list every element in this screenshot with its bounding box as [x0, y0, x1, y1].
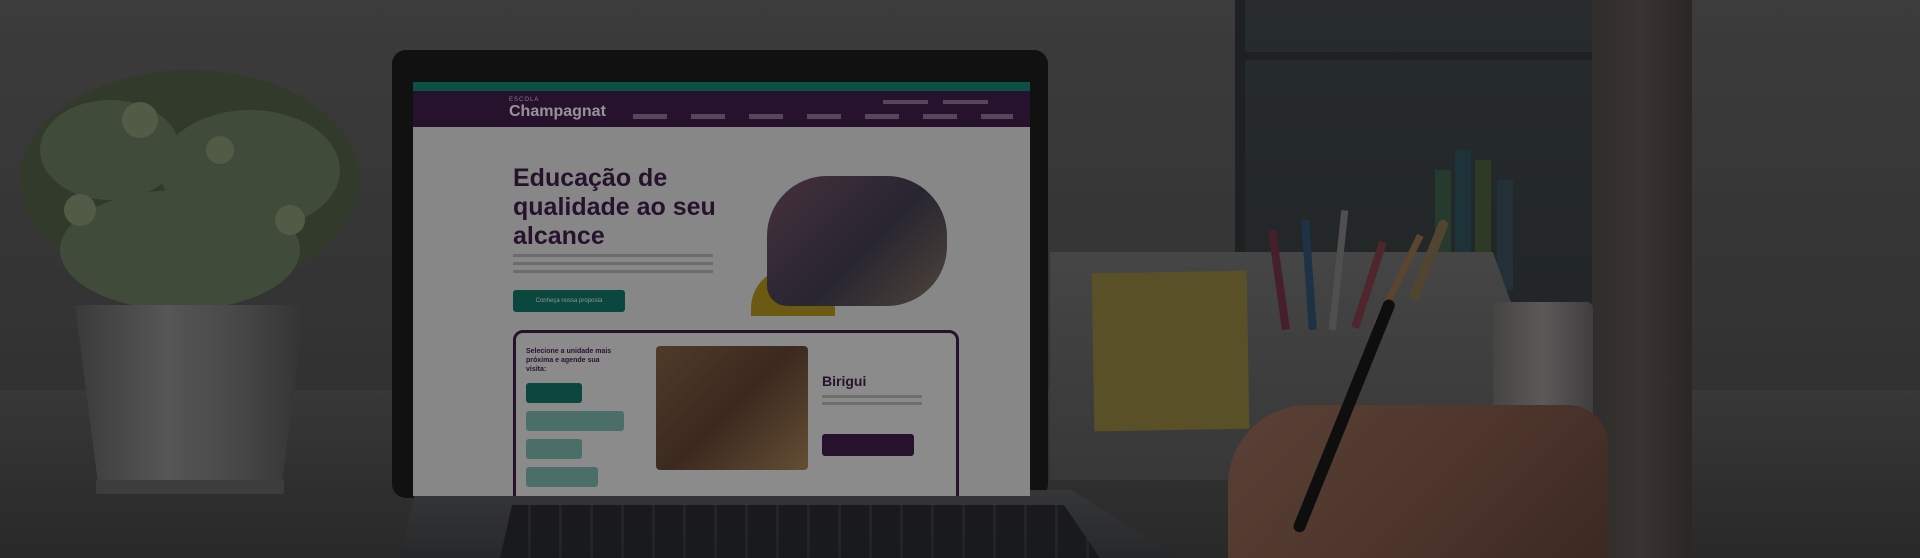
- schedule-visit-button: [822, 434, 914, 456]
- hero-text: [513, 254, 713, 278]
- site-logo: Champagnat: [509, 103, 606, 120]
- pot-base: [96, 480, 284, 494]
- potted-plant-icon: [20, 70, 360, 310]
- plant-pot: [75, 305, 305, 483]
- unit-pill: [526, 383, 582, 403]
- site-top-bar: [413, 82, 1030, 91]
- keyboard: [500, 505, 1100, 558]
- hero-button: Conheça nossa proposta: [513, 290, 625, 312]
- nav-links: [633, 114, 1013, 119]
- pens-icon: [1268, 210, 1424, 331]
- hero-photo: [767, 176, 947, 306]
- address-text: [822, 395, 922, 407]
- nav-top-links: [883, 100, 1003, 104]
- site-nav: ESCOLA Champagnat: [413, 91, 1030, 127]
- unit-pill: [526, 439, 582, 459]
- sticky-note: [1091, 270, 1250, 432]
- student-photo: [656, 346, 808, 470]
- unit-card: Selecione a unidade mais próxima e agend…: [513, 330, 959, 496]
- unit-pill: [526, 467, 598, 487]
- shelf-board: [1245, 52, 1605, 60]
- background-photo: ESCOLA Champagnat Educação de qualidade …: [0, 0, 1920, 558]
- city-name: Birigui: [822, 373, 867, 389]
- laptop-screen: ESCOLA Champagnat Educação de qualidade …: [413, 82, 1030, 496]
- unit-pill: [526, 411, 624, 431]
- hand: [1228, 405, 1608, 558]
- card-title: Selecione a unidade mais próxima e agend…: [526, 348, 612, 373]
- hero-title: Educação de qualidade ao seu alcance: [513, 164, 716, 250]
